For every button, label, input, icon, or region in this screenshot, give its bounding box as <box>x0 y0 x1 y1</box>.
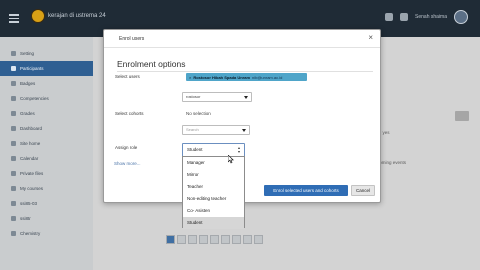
drawer-item-dashboard[interactable]: Dashboard <box>0 121 93 136</box>
drawer-item-label: Grades <box>20 111 35 116</box>
background-pagination <box>166 235 263 244</box>
selected-user-name: Rostosor Hibah Spada Unram <box>193 74 251 80</box>
chevron-down-icon[interactable] <box>242 129 246 132</box>
nav-drawer: Setting Participants Badges Competencies… <box>0 37 93 270</box>
role-option-student[interactable]: Student <box>183 217 244 229</box>
assign-role-label: Assign role <box>115 145 138 150</box>
divider <box>117 71 373 72</box>
graduation-cap-icon <box>11 201 16 206</box>
mouse-cursor-icon <box>228 155 234 164</box>
role-option-mirror[interactable]: Mirror <box>183 169 244 181</box>
drawer-item-badges[interactable]: Badges <box>0 76 93 91</box>
graduation-cap-icon <box>11 216 16 221</box>
role-dropdown-list: Manager Mirror Teacher Non-editing teach… <box>182 156 245 229</box>
avatar[interactable] <box>454 10 468 24</box>
role-option-teacher[interactable]: Teacher <box>183 181 244 193</box>
role-option-non-editing-teacher[interactable]: Non-editing teacher <box>183 193 244 205</box>
drawer-item-my-courses[interactable]: My courses <box>0 181 93 196</box>
drawer-item-label: ssi85-03 <box>20 201 38 206</box>
drawer-item-setting[interactable]: Setting <box>0 46 93 61</box>
drawer-item-private-files[interactable]: Private files <box>0 166 93 181</box>
calendar-icon <box>11 156 16 161</box>
table-icon <box>11 111 16 116</box>
drawer-item-label: My courses <box>20 186 44 191</box>
drawer-item-label: Participants <box>20 66 44 71</box>
cohorts-no-selection: No selection <box>186 111 211 116</box>
site-logo <box>31 9 45 23</box>
drawer-item-label: Chemistry <box>20 231 41 236</box>
selected-user-chip[interactable]: × Rostosor Hibah Spada Unram nib@unram.a… <box>186 73 307 81</box>
assign-role-value: Student <box>187 147 203 152</box>
user-name[interactable]: Senah shaima <box>415 14 447 20</box>
selected-user-email: nib@unram.ac.id <box>252 74 283 80</box>
drawer-item-grades[interactable]: Grades <box>0 106 93 121</box>
page: kerajan di ustrema 24 Senah shaima Setti… <box>0 0 480 270</box>
chevron-down-icon[interactable] <box>244 96 248 99</box>
badge-icon <box>11 81 16 86</box>
drawer-item-site-home[interactable]: Site home <box>0 136 93 151</box>
users-search-value: rostosor <box>186 94 201 99</box>
select-users-label: Select users <box>115 74 140 79</box>
drawer-item-label: Setting <box>20 51 35 56</box>
select-arrows-icon: ▴ ▾ <box>237 145 240 154</box>
role-option-manager[interactable]: Manager <box>183 157 244 169</box>
site-brand[interactable]: kerajan di ustrema 24 <box>31 9 106 23</box>
menu-toggle-icon[interactable] <box>9 14 19 23</box>
graduation-cap-icon <box>11 231 16 236</box>
enrol-users-modal: Enrol users × Enrolment options Select u… <box>103 29 381 229</box>
role-option-co-asisten[interactable]: Co- Asisten <box>183 205 244 217</box>
file-icon <box>11 171 16 176</box>
drawer-item-competencies[interactable]: Competencies <box>0 91 93 106</box>
assign-role-select[interactable]: Student ▴ ▾ <box>182 143 245 157</box>
navbar-right: Senah shaima <box>385 10 468 24</box>
notification-icon[interactable] <box>385 13 394 21</box>
gear-icon <box>11 51 16 56</box>
drawer-item-label: Badges <box>20 81 36 86</box>
graduation-cap-icon <box>11 186 16 191</box>
enrol-selected-button[interactable]: Enrol selected users and cohorts <box>264 185 348 196</box>
show-more-link[interactable]: Show more... <box>114 161 141 166</box>
modal-title: Enrol users <box>119 36 145 42</box>
drawer-item-course-1[interactable]: ssi85-03 <box>0 196 93 211</box>
drawer-item-course-2[interactable]: ssi8tr <box>0 211 93 226</box>
remove-user-icon[interactable]: × <box>189 75 191 80</box>
dashboard-icon <box>11 126 16 131</box>
cancel-button[interactable]: Cancel <box>351 185 375 196</box>
checklist-icon <box>11 96 16 101</box>
drawer-item-label: Calendar <box>20 156 39 161</box>
section-title: Enrolment options <box>117 59 186 69</box>
drawer-item-label: Site home <box>20 141 41 146</box>
drawer-item-course-3[interactable]: Chemistry <box>0 226 93 241</box>
drawer-item-participants[interactable]: Participants <box>0 61 93 76</box>
cohorts-search-placeholder: Search <box>186 127 199 132</box>
users-search-input[interactable]: rostosor <box>182 92 252 102</box>
users-icon <box>11 66 16 71</box>
cohorts-search-input[interactable]: Search <box>182 125 250 135</box>
messages-icon[interactable] <box>400 13 409 21</box>
drawer-item-label: Dashboard <box>20 126 43 131</box>
site-name: kerajan di ustrema 24 <box>48 13 106 19</box>
drawer-item-calendar[interactable]: Calendar <box>0 151 93 166</box>
modal-header: Enrol users × <box>104 30 380 48</box>
drawer-item-label: Private files <box>20 171 44 176</box>
close-icon[interactable]: × <box>368 34 373 42</box>
drawer-item-label: Competencies <box>20 96 49 101</box>
select-cohorts-label: Select cohorts <box>115 111 144 116</box>
drawer-item-label: ssi8tr <box>20 216 31 221</box>
home-icon <box>11 141 16 146</box>
